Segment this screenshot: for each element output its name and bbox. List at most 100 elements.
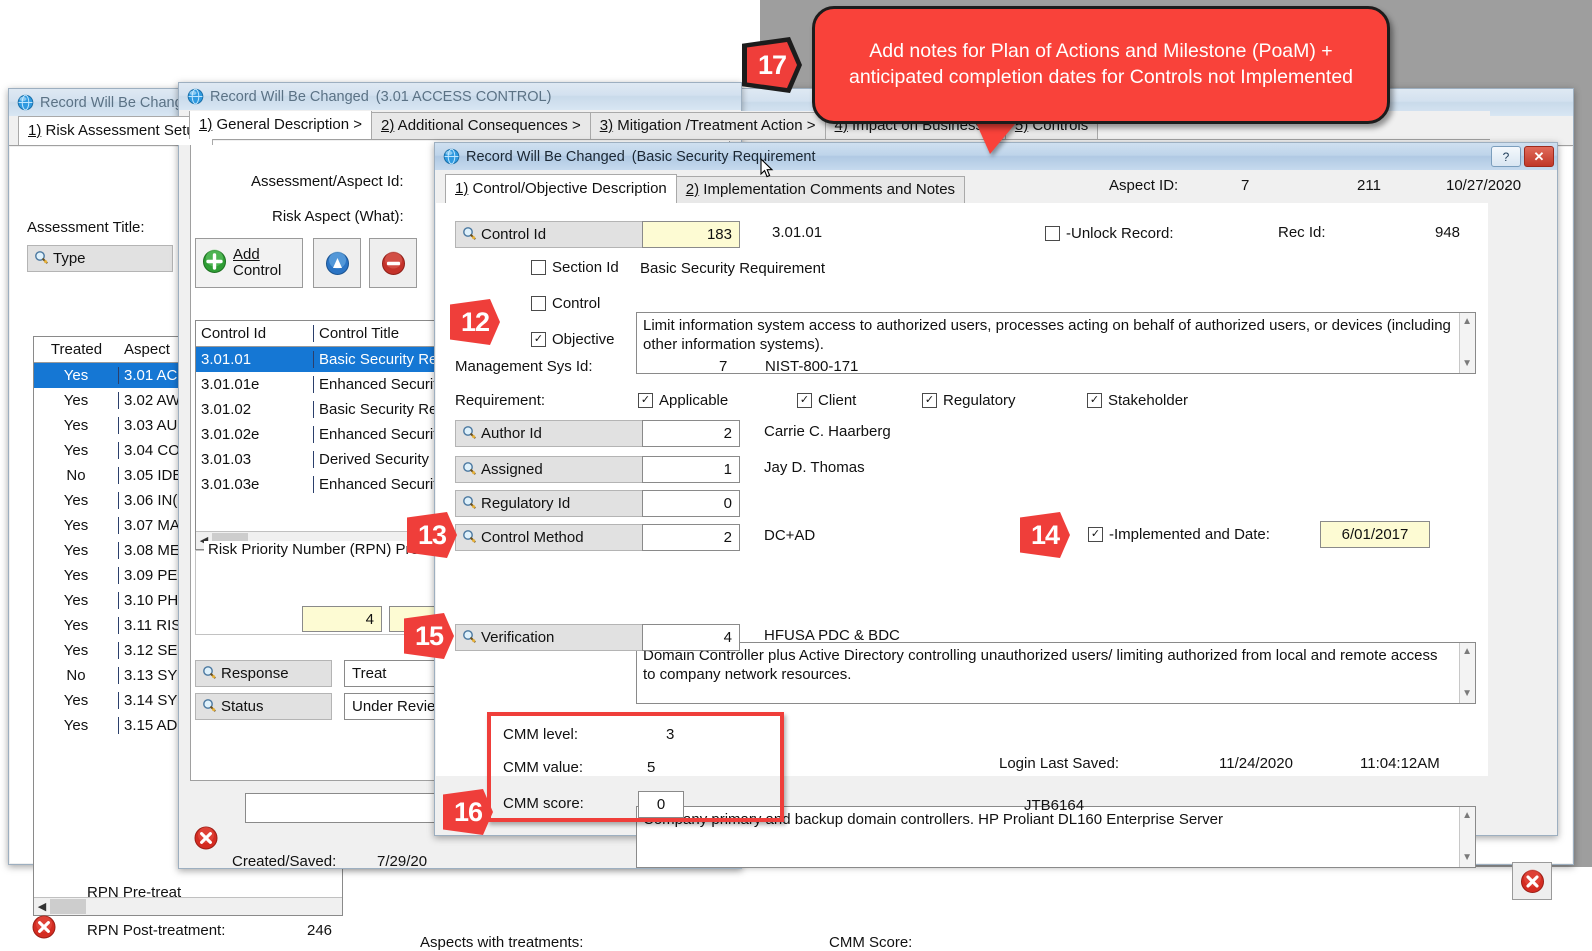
tab-general-description[interactable]: 1) General Description > (189, 111, 372, 139)
description-text: Limit information system access to autho… (643, 317, 1451, 353)
scroll-left-icon[interactable]: ◀ (34, 900, 50, 913)
cell-treated: Yes (34, 392, 119, 409)
mid-footer-error-icon (193, 825, 219, 854)
front-window-title: Record Will Be Changed (466, 148, 625, 165)
checkbox-box (531, 260, 546, 275)
tab-additional-consequences[interactable]: 2) Additional Consequences > (371, 112, 591, 139)
scroll-up-icon[interactable]: ▲ (1462, 647, 1472, 657)
tab-mitigation-treatment-action[interactable]: 3) Mitigation /Treatment Action > (589, 112, 826, 139)
assigned-label: Assigned (481, 461, 543, 478)
rpn-post-value: 246 (307, 922, 333, 939)
delete-control-button[interactable] (369, 238, 417, 288)
requirement-applicable-checkbox[interactable]: ✓ Applicable (638, 392, 728, 409)
tab-control-objective-description[interactable]: 1) Control/Objective Description (445, 174, 677, 203)
scroll-thumb[interactable] (50, 899, 86, 914)
control-method-lookup-button[interactable]: Control Method (455, 524, 655, 551)
scroll-down-icon[interactable]: ▼ (1462, 359, 1472, 369)
help-button[interactable]: ? (1491, 146, 1521, 167)
assessment-type-label: Type (53, 250, 86, 267)
regulatory-id-lookup-button[interactable]: Regulatory Id (455, 490, 655, 517)
back-window-title: Record Will Be Changed (40, 94, 199, 111)
cmm-score-footer-label: CMM Score: (829, 934, 913, 951)
control-id-value[interactable]: 183 (642, 221, 740, 248)
search-icon (462, 495, 476, 513)
regulatory-id-label: Regulatory Id (481, 495, 571, 512)
tab-number: 2) (685, 181, 700, 198)
scroll-down-icon[interactable]: ▼ (1462, 689, 1472, 699)
mid-window-titlebar[interactable]: Record Will Be Changed (3.01 ACCESS CONT… (179, 83, 741, 110)
mid-window-subtitle: (3.01 ACCESS CONTROL) (375, 88, 552, 105)
rpn-value-1[interactable]: 4 (302, 606, 382, 632)
tab-label: Implementation Comments and Notes (699, 181, 956, 198)
checkbox-box: ✓ (922, 393, 937, 408)
cell-control-id: 3.01.02 (196, 401, 314, 418)
response-lookup-button[interactable]: Response (195, 660, 332, 687)
tab-risk-assessment-setup[interactable]: 1) Risk Assessment Setup (18, 116, 214, 145)
implemented-date[interactable]: 6/01/2017 (1320, 521, 1430, 548)
rec-id-label: Rec Id: (1278, 224, 1326, 241)
front-window-right-pane (1488, 203, 1556, 834)
implemented-checkbox[interactable]: ✓ -Implemented and Date: (1088, 526, 1270, 543)
login-last-saved-date: 11/24/2020 (1219, 755, 1293, 772)
control-code: 3.01.01 (772, 224, 823, 241)
tab-label: Mitigation /Treatment Action > (613, 117, 816, 134)
tab-number: 2) (381, 117, 395, 134)
control-method-name: DC+AD (764, 527, 816, 544)
close-button[interactable]: ✕ (1524, 146, 1554, 167)
requirement-stakeholder-checkbox[interactable]: ✓ Stakeholder (1087, 392, 1188, 409)
assigned-value[interactable]: 1 (642, 456, 740, 483)
unlock-record-checkbox[interactable]: -Unlock Record: (1045, 225, 1174, 242)
requirement-regulatory-checkbox[interactable]: ✓ Regulatory (922, 392, 1016, 409)
verification-name: HFUSA PDC & BDC (764, 627, 900, 644)
scroll-down-icon[interactable]: ▼ (1462, 853, 1472, 863)
assessment-type-lookup-button[interactable]: Type (27, 245, 173, 272)
cell-treated: Yes (34, 617, 119, 634)
control-id-lookup-button[interactable]: Control Id (455, 221, 655, 248)
search-icon (202, 665, 216, 683)
cell-treated: Yes (34, 367, 119, 384)
cell-treated: Yes (34, 442, 119, 459)
author-name: Carrie C. Haarberg (764, 423, 891, 440)
requirement-stakeholder-label: Stakeholder (1108, 392, 1189, 409)
regulatory-id-value[interactable]: 0 (642, 490, 740, 517)
badge-17: 17 (747, 42, 797, 88)
requirement-client-checkbox[interactable]: ✓ Client (797, 392, 856, 409)
aspect-grid-hscroll[interactable]: ◀ (34, 897, 342, 915)
control-checkbox[interactable]: Control (531, 295, 600, 312)
badge-17-wrap: 17 (742, 37, 802, 93)
cancel-button[interactable] (1512, 862, 1552, 900)
verification-value[interactable]: 4 (642, 624, 740, 651)
assessment-aspect-id-label: Assessment/Aspect Id: (251, 173, 404, 190)
scroll-up-icon[interactable]: ▲ (1462, 811, 1472, 821)
edit-control-button[interactable] (313, 238, 361, 288)
verification-lookup-button[interactable]: Verification (455, 624, 655, 651)
control-method-value[interactable]: 2 (642, 524, 740, 551)
assigned-lookup-button[interactable]: Assigned (455, 456, 655, 483)
tab-implementation-comments-and-notes[interactable]: 2) Implementation Comments and Notes (675, 176, 966, 203)
cancel-icon (1520, 869, 1544, 893)
implemented-label: -Implemented and Date: (1109, 526, 1270, 543)
add-control-button[interactable]: Add Control (195, 238, 303, 288)
requirement-applicable-label: Applicable (659, 392, 729, 409)
cell-treated: Yes (34, 692, 119, 709)
cell-treated: Yes (34, 492, 119, 509)
control-method-label: Control Method (481, 529, 584, 546)
cell-control-id: 3.01.02e (196, 426, 314, 443)
control-method-notes-textarea[interactable]: Domain Controller plus Active Directory … (636, 642, 1476, 704)
objective-checkbox[interactable]: ✓ Objective (531, 331, 615, 348)
tab-label: General Description > (212, 116, 363, 133)
description-textarea[interactable]: Limit information system access to autho… (636, 312, 1476, 374)
author-id-lookup-button[interactable]: Author Id (455, 420, 655, 447)
cell-treated: Yes (34, 592, 119, 609)
search-icon (202, 698, 216, 716)
section-id-checkbox[interactable]: Section Id (531, 259, 619, 276)
status-lookup-button[interactable]: Status (195, 693, 332, 720)
scroll-up-icon[interactable]: ▲ (1462, 317, 1472, 327)
management-sys-id-value: 7 (719, 358, 728, 375)
checkbox-box: ✓ (797, 393, 812, 408)
author-id-value[interactable]: 2 (642, 420, 740, 447)
login-last-saved-time: 11:04:12AM (1360, 755, 1440, 772)
front-window-tabstrip[interactable]: 1) Control/Objective Description 2) Impl… (436, 174, 1556, 204)
requirement-label: Requirement: (455, 392, 546, 409)
cell-control-id: 3.01.03e (196, 476, 314, 493)
